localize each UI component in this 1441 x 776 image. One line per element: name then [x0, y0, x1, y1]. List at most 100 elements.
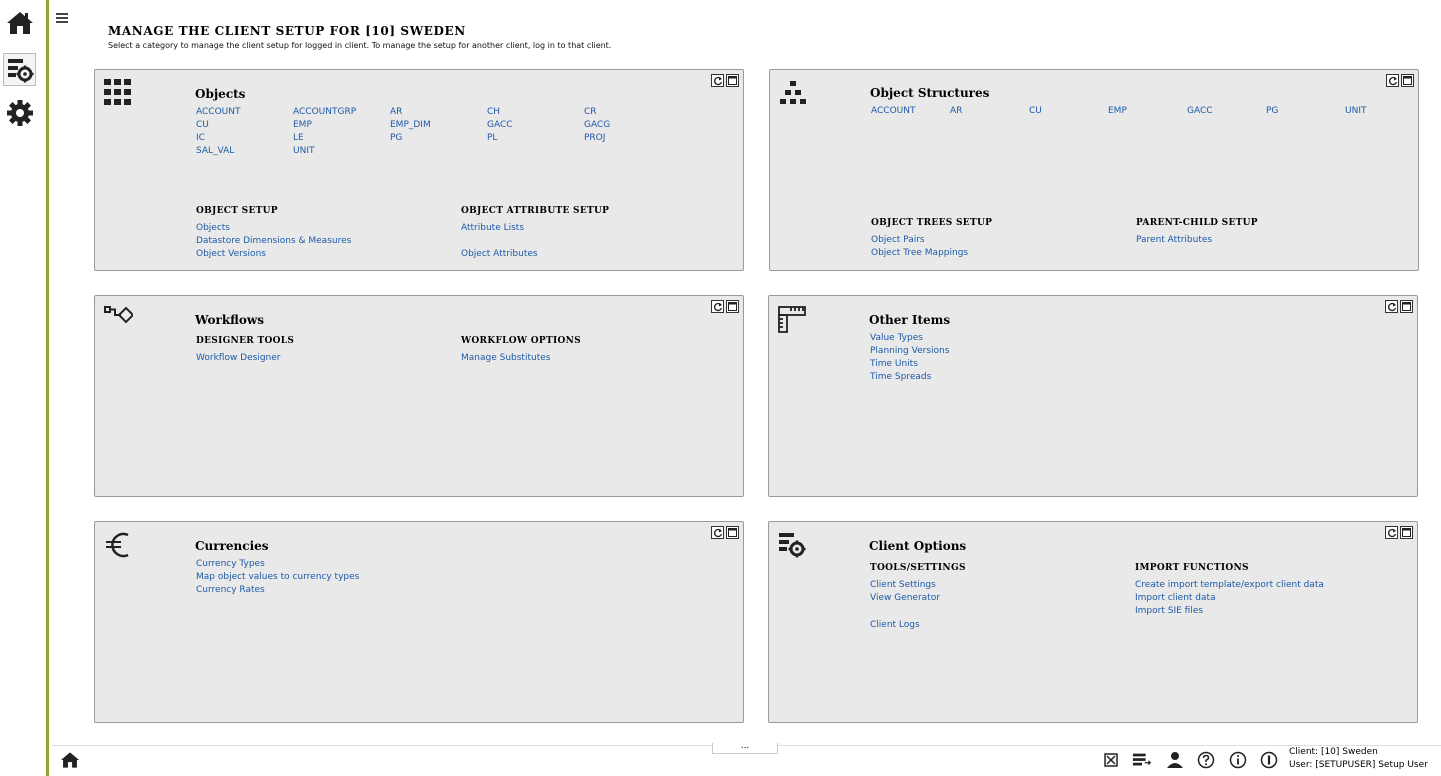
- maximize-button[interactable]: [1400, 300, 1413, 313]
- object-tree-mappings-link[interactable]: Object Tree Mappings: [871, 248, 968, 258]
- workflow-designer-link[interactable]: Workflow Designer: [196, 353, 281, 363]
- panel-title: Other Items: [869, 313, 951, 327]
- refresh-button[interactable]: [1385, 300, 1398, 313]
- maximize-button[interactable]: [726, 74, 739, 87]
- currencies-panel: Currencies Currency Types Map object val…: [94, 521, 744, 723]
- value-types-link[interactable]: Value Types: [870, 333, 923, 343]
- object-code-link[interactable]: IC: [196, 133, 205, 143]
- home-icon: [6, 11, 33, 34]
- maximize-button[interactable]: [726, 526, 739, 539]
- object-code-link[interactable]: AR: [390, 107, 402, 117]
- client-label: Client: [10] Sweden: [1289, 747, 1378, 757]
- structure-code-link[interactable]: GACC: [1187, 106, 1213, 116]
- home-nav-button[interactable]: [3, 6, 36, 39]
- switch-client-icon: [1132, 753, 1152, 766]
- workflows-panel: Workflows DESIGNER TOOLS Workflow Design…: [94, 295, 744, 497]
- attribute-lists-link[interactable]: Attribute Lists: [461, 223, 524, 233]
- object-code-link[interactable]: GACC: [487, 120, 513, 130]
- maximize-icon: [728, 76, 737, 85]
- object-setup-heading: OBJECT SETUP: [196, 206, 278, 216]
- maximize-button[interactable]: [1401, 74, 1414, 87]
- object-code-link[interactable]: ACCOUNT: [196, 107, 240, 117]
- workflow-icon: [104, 306, 133, 324]
- user-label: User: [SETUPUSER] Setup User: [1289, 760, 1428, 770]
- refresh-button[interactable]: [711, 300, 724, 313]
- create-import-template-link[interactable]: Create import template/export client dat…: [1135, 580, 1324, 590]
- settings-nav-button[interactable]: [3, 96, 36, 129]
- page-subtitle: Select a category to manage the client s…: [108, 41, 612, 50]
- object-code-link[interactable]: EMP: [293, 120, 312, 130]
- switch-client-button[interactable]: [1132, 750, 1152, 770]
- object-code-link[interactable]: CH: [487, 107, 500, 117]
- fullscreen-button[interactable]: [1101, 750, 1121, 770]
- structure-code-link[interactable]: EMP: [1108, 106, 1127, 116]
- import-client-data-link[interactable]: Import client data: [1135, 593, 1216, 603]
- object-code-link[interactable]: EMP_DIM: [390, 120, 431, 130]
- datastore-dimensions-link[interactable]: Datastore Dimensions & Measures: [196, 236, 351, 246]
- refresh-button[interactable]: [1385, 526, 1398, 539]
- view-generator-link[interactable]: View Generator: [870, 593, 940, 603]
- designer-tools-heading: DESIGNER TOOLS: [196, 336, 295, 346]
- ruler-icon: [778, 306, 806, 333]
- more-tab-button[interactable]: ...: [712, 742, 778, 754]
- maximize-button[interactable]: [1400, 526, 1413, 539]
- client-options-panel: Client Options TOOLS/SETTINGS Client Set…: [768, 521, 1418, 723]
- refresh-icon: [1388, 76, 1397, 85]
- structure-code-link[interactable]: ACCOUNT: [871, 106, 915, 116]
- menu-toggle-button[interactable]: [55, 10, 69, 24]
- client-setup-nav-button[interactable]: [3, 53, 36, 86]
- object-code-link[interactable]: CU: [196, 120, 209, 130]
- grid-icon: [104, 79, 131, 105]
- info-button[interactable]: [1228, 750, 1248, 770]
- object-code-link[interactable]: PROJ: [584, 133, 605, 143]
- object-code-link[interactable]: ACCOUNTGRP: [293, 107, 356, 117]
- refresh-icon: [1387, 528, 1396, 537]
- about-button[interactable]: [1259, 750, 1279, 770]
- fullscreen-icon: [1104, 753, 1118, 767]
- refresh-button[interactable]: [711, 74, 724, 87]
- home-footer-button[interactable]: [60, 750, 80, 770]
- structure-code-link[interactable]: UNIT: [1345, 106, 1366, 116]
- client-settings-link[interactable]: Client Settings: [870, 580, 936, 590]
- object-code-link[interactable]: GACG: [584, 120, 610, 130]
- other-items-panel: Other Items Value Types Planning Version…: [768, 295, 1418, 497]
- object-code-link[interactable]: PG: [390, 133, 402, 143]
- maximize-icon: [1403, 76, 1412, 85]
- structure-code-link[interactable]: CU: [1029, 106, 1042, 116]
- gear-icon: [6, 99, 33, 126]
- import-sie-files-link[interactable]: Import SIE files: [1135, 606, 1203, 616]
- object-pairs-link[interactable]: Object Pairs: [871, 235, 925, 245]
- object-code-link[interactable]: LE: [293, 133, 304, 143]
- refresh-icon: [713, 302, 722, 311]
- currency-types-link[interactable]: Currency Types: [196, 559, 265, 569]
- page-title: MANAGE THE CLIENT SETUP FOR [10] SWEDEN: [108, 24, 466, 38]
- planning-versions-link[interactable]: Planning Versions: [870, 346, 949, 356]
- object-code-link[interactable]: SAL_VAL: [196, 146, 234, 156]
- time-spreads-link[interactable]: Time Spreads: [870, 372, 931, 382]
- client-setup-icon: [779, 533, 806, 558]
- user-profile-button[interactable]: [1165, 750, 1185, 770]
- manage-substitutes-link[interactable]: Manage Substitutes: [461, 353, 550, 363]
- object-code-link[interactable]: CR: [584, 107, 597, 117]
- client-setup-icon: [7, 58, 33, 82]
- import-functions-heading: IMPORT FUNCTIONS: [1135, 563, 1249, 573]
- refresh-button[interactable]: [711, 526, 724, 539]
- refresh-button[interactable]: [1386, 74, 1399, 87]
- object-versions-link[interactable]: Object Versions: [196, 249, 266, 259]
- map-currency-types-link[interactable]: Map object values to currency types: [196, 572, 359, 582]
- help-icon: [1197, 751, 1215, 769]
- structure-code-link[interactable]: PG: [1266, 106, 1278, 116]
- maximize-button[interactable]: [726, 300, 739, 313]
- objects-link[interactable]: Objects: [196, 223, 230, 233]
- currency-rates-link[interactable]: Currency Rates: [196, 585, 265, 595]
- object-trees-setup-heading: OBJECT TREES SETUP: [871, 218, 993, 228]
- structure-code-link[interactable]: AR: [950, 106, 962, 116]
- object-code-link[interactable]: UNIT: [293, 146, 314, 156]
- help-button[interactable]: [1196, 750, 1216, 770]
- client-logs-link[interactable]: Client Logs: [870, 620, 920, 630]
- parent-attributes-link[interactable]: Parent Attributes: [1136, 235, 1212, 245]
- object-attributes-link[interactable]: Object Attributes: [461, 249, 538, 259]
- object-code-link[interactable]: PL: [487, 133, 497, 143]
- time-units-link[interactable]: Time Units: [870, 359, 918, 369]
- object-structures-panel: Object Structures ACCOUNT AR CU EMP GACC…: [769, 69, 1419, 271]
